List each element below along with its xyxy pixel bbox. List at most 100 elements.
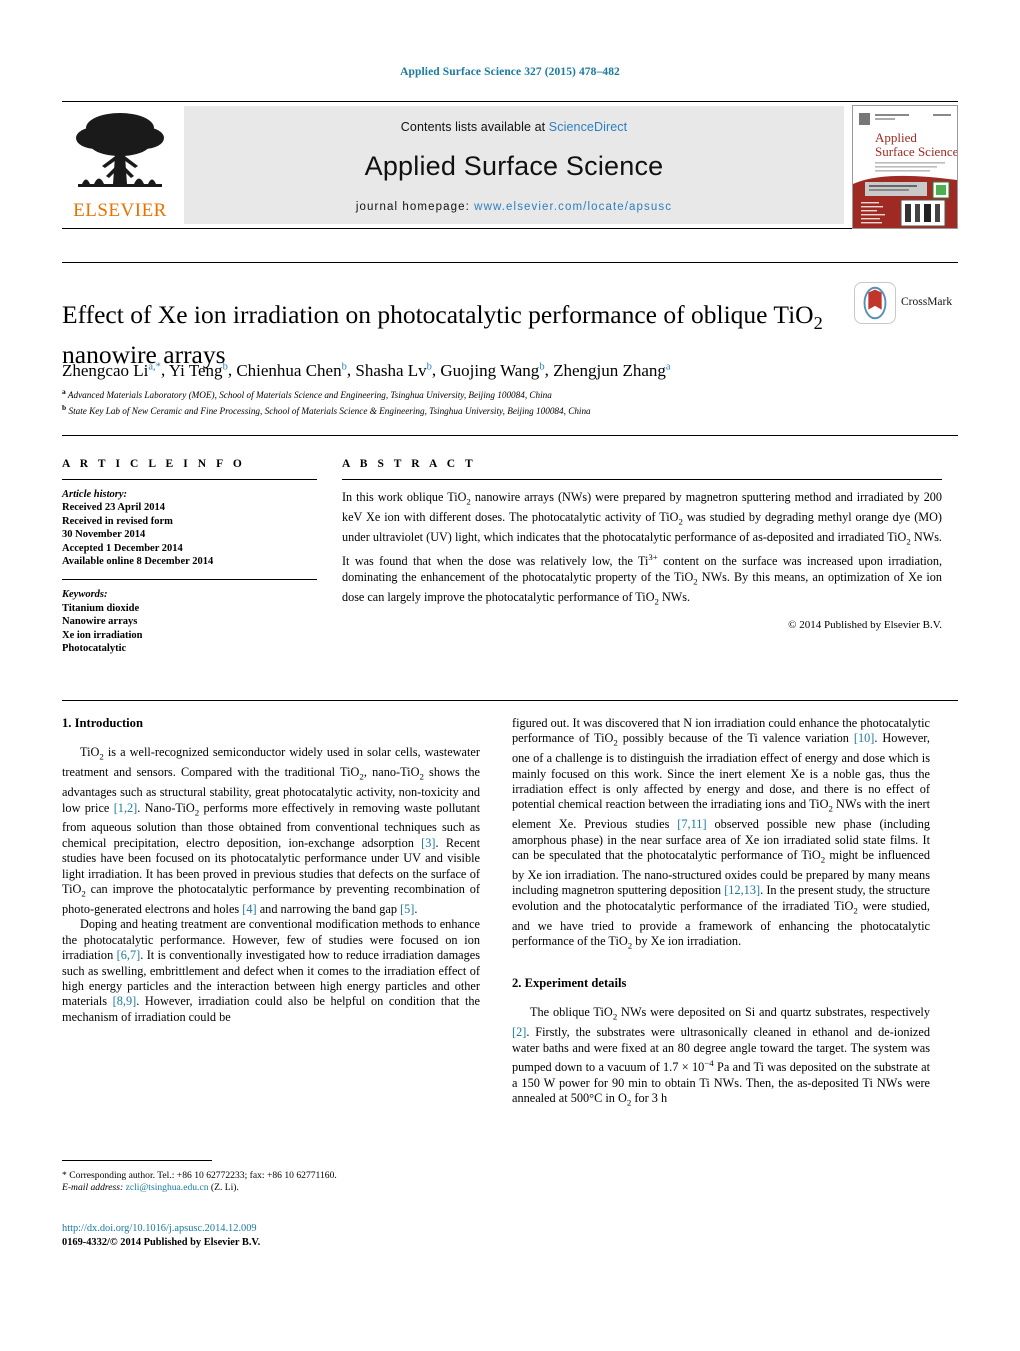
text-seg: by Xe ion irradiation.	[632, 934, 742, 949]
citation-link[interactable]: [2]	[512, 1025, 526, 1039]
journal-cover-art: Applied Surface Science	[853, 106, 957, 228]
keywords-label: Keywords:	[62, 589, 108, 601]
journal-article-page: Applied Surface Science 327 (2015) 478–4…	[0, 0, 1020, 1351]
citation-link[interactable]: [3]	[421, 836, 435, 850]
paragraph: figured out. It was discovered that N io…	[512, 716, 930, 954]
section-heading-introduction: 1. Introduction	[62, 716, 143, 730]
footnote-mark: *	[62, 1170, 67, 1181]
citation-link[interactable]: [12,13]	[724, 883, 760, 897]
author-marks: a	[665, 361, 671, 372]
affiliation-text: State Key Lab of New Ceramic and Fine Pr…	[68, 405, 591, 416]
issn-copyright-line: 0169-4332/© 2014 Published by Elsevier B…	[62, 1237, 261, 1248]
author-item: Yi Tengb	[168, 360, 228, 380]
abstract-text: In this work oblique TiO2 nanowire array…	[342, 490, 942, 610]
article-history-item: 30 November 2014	[62, 529, 146, 541]
keyword-list: Keywords: Titanium dioxide Nanowire arra…	[62, 588, 317, 655]
abstract-seg: NWs.	[658, 589, 691, 604]
info-band-top-divider	[62, 435, 958, 436]
paragraph: The oblique TiO2 NWs were deposited on S…	[512, 1005, 930, 1110]
contents-available-line: Contents lists available at ScienceDirec…	[184, 120, 844, 134]
article-history-label: Article history:	[62, 489, 128, 500]
svg-text:Applied: Applied	[875, 130, 917, 145]
affiliation-mark: b	[62, 402, 67, 412]
paragraph: TiO2 is a well-recognized semiconductor …	[62, 745, 480, 917]
section-heading-experiment: 2. Experiment details	[512, 975, 627, 990]
text-seg: for 3 h	[631, 1090, 668, 1105]
affiliation-list: a Advanced Materials Laboratory (MOE), S…	[62, 386, 922, 417]
citation-link[interactable]: [4]	[242, 902, 256, 916]
footnote-divider	[62, 1160, 212, 1161]
citation-link[interactable]: [8,9]	[113, 994, 137, 1008]
article-history-item: Received in revised form	[62, 515, 173, 527]
elsevier-tree-icon	[76, 113, 164, 187]
author-item: Guojing Wangb	[440, 360, 545, 380]
paragraph: Doping and heating treatment are convent…	[62, 917, 480, 1025]
info-band-bottom-divider	[62, 700, 958, 701]
elsevier-wordmark: ELSEVIER	[73, 200, 167, 221]
running-head: Applied Surface Science 327 (2015) 478–4…	[400, 66, 620, 78]
text-seg: possibly because of the Ti valence varia…	[617, 731, 854, 746]
crossmark-badge-group[interactable]: CrossMark	[854, 282, 960, 334]
affiliation-text: Advanced Materials Laboratory (MOE), Sch…	[67, 390, 552, 401]
email-link[interactable]: zcli@tsinghua.edu.cn	[126, 1182, 209, 1193]
article-history-item: Accepted 1 December 2014	[62, 542, 183, 554]
journal-banner: ELSEVIER Contents lists available at Sci…	[62, 101, 958, 229]
author-marks: b	[426, 361, 432, 372]
sup: −4	[704, 1058, 714, 1069]
body-column-right: figured out. It was discovered that N io…	[512, 716, 930, 1111]
keyword-item: Titanium dioxide	[62, 602, 140, 614]
journal-cover-thumbnail: Applied Surface Science	[852, 105, 958, 229]
author-marks: b	[341, 361, 347, 372]
author-marks: b	[539, 361, 545, 372]
article-history-item: Available online 8 December 2014	[62, 556, 214, 568]
citation-link[interactable]: [6,7]	[117, 948, 141, 962]
abstract-column: A B S T R A C T In this work oblique TiO…	[342, 458, 942, 631]
affiliation-mark: a	[62, 387, 66, 396]
affiliation-item: a Advanced Materials Laboratory (MOE), S…	[62, 386, 922, 402]
crossmark-icon[interactable]	[854, 282, 896, 324]
title-divider	[62, 262, 958, 263]
abstract-seg: In this work oblique TiO	[342, 490, 467, 504]
doi-block: http://dx.doi.org/10.1016/j.apsusc.2014.…	[62, 1222, 492, 1250]
article-history: Article history: Received 23 April 2014 …	[62, 488, 317, 568]
doi-link[interactable]: http://dx.doi.org/10.1016/j.apsusc.2014.…	[62, 1222, 492, 1236]
crossmark-label: CrossMark	[901, 296, 953, 308]
author-list: Zhengcao Lia,*, Yi Tengb, Chienhua Chenb…	[62, 360, 671, 380]
banner-center: Contents lists available at ScienceDirec…	[184, 106, 844, 224]
abstract-rule	[342, 479, 942, 480]
text-seg: and narrowing the band gap	[256, 901, 401, 916]
email-label: E-mail address:	[62, 1182, 124, 1194]
abstract-heading: A B S T R A C T	[342, 458, 477, 470]
sciencedirect-link[interactable]: ScienceDirect	[549, 120, 627, 134]
affiliation-item: b State Key Lab of New Ceramic and Fine …	[62, 402, 922, 418]
article-info-column: A R T I C L E I N F O Article history: R…	[62, 458, 317, 655]
crossmark-glyph	[863, 286, 887, 320]
elsevier-logo: ELSEVIER	[64, 106, 176, 224]
corresponding-author-text: Corresponding author. Tel.: +86 10 62772…	[69, 1170, 337, 1181]
corresponding-author-footnote: * Corresponding author. Tel.: +86 10 627…	[62, 1170, 492, 1195]
article-info-rule	[62, 479, 317, 480]
author-marks: a,*	[148, 361, 161, 372]
text-seg: .	[414, 901, 418, 916]
homepage-url-link[interactable]: www.elsevier.com/locate/apsusc	[474, 201, 672, 213]
keywords-rule	[62, 579, 317, 581]
contents-prefix: Contents lists available at	[400, 120, 546, 134]
keyword-item: Nanowire arrays	[62, 616, 138, 628]
journal-title: Applied Surface Science	[364, 151, 664, 181]
citation-link[interactable]: [5]	[400, 902, 414, 916]
text-seg: TiO	[80, 745, 100, 760]
svg-text:Surface Science: Surface Science	[875, 144, 957, 159]
author-item: Shasha Lvb	[355, 360, 432, 380]
body-column-left: 1. Introduction TiO2 is a well-recognize…	[62, 716, 480, 1025]
author-item: Zhengjun Zhanga	[553, 360, 671, 380]
article-info-heading: A R T I C L E I N F O	[62, 458, 246, 470]
citation-link[interactable]: [10]	[854, 731, 875, 745]
citation-link[interactable]: [1,2]	[114, 801, 138, 815]
keyword-item: Xe ion irradiation	[62, 629, 143, 641]
article-title-subscript: 2	[813, 313, 823, 334]
abstract-copyright: © 2014 Published by Elsevier B.V.	[788, 618, 942, 631]
author-marks: b	[222, 361, 228, 372]
citation-link[interactable]: [7,11]	[677, 817, 706, 831]
email-owner: (Z. Li).	[210, 1182, 239, 1194]
article-title-part1: Effect of Xe ion irradiation on photocat…	[62, 300, 814, 330]
